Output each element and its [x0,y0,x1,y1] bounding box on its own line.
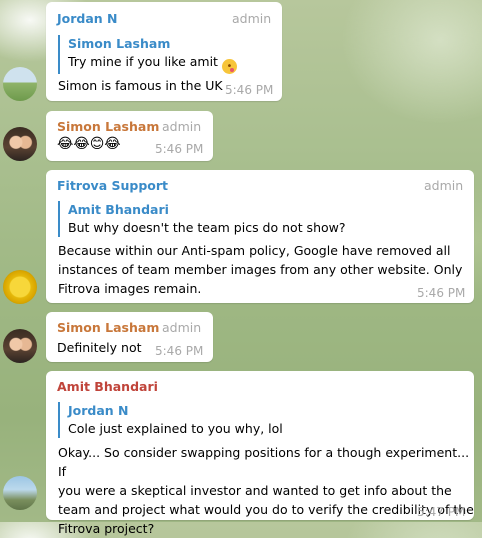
admin-badge: admin [232,11,272,26]
sender-name[interactable]: Fitrova Support [57,178,168,193]
message-time: 5:46 PM [155,344,204,358]
admin-badge: admin [424,178,464,193]
avatar-fitrova-support[interactable] [3,270,37,304]
message-bubble[interactable]: Jordan N admin Simon Lasham Try mine if … [46,2,282,101]
quoted-sender-name: Amit Bhandari [68,202,169,217]
message-emoji-text: 😂😂😊😂 [57,136,121,152]
avatar-amit[interactable] [3,476,37,510]
quoted-text: But why doesn't the team pics do not sho… [68,220,346,235]
reply-quote[interactable]: Simon Lasham Try mine if you like amit • [58,35,238,74]
message-time: 5:46 PM [225,83,274,97]
sender-name[interactable]: Jordan N [57,11,118,26]
avatar-simon[interactable] [3,127,37,161]
message-time: 5:46 PM [417,286,466,300]
message-bubble[interactable]: Fitrova Support admin Amit Bhandari But … [46,170,474,303]
message-time: 5:47 PM [417,505,466,519]
message-text: Because within our Anti-spam policy, Goo… [58,243,463,296]
winking-face-with-tongue-icon: • [221,59,237,74]
quoted-text: Try mine if you like amit • [68,53,238,74]
message-text: Simon is famous in the UK [58,78,223,93]
sender-name[interactable]: Simon Lasham [57,320,159,335]
admin-badge: admin [162,320,202,335]
reply-quote[interactable]: Amit Bhandari But why doesn't the team p… [58,201,346,237]
avatar-simon[interactable] [3,329,37,363]
message-bubble[interactable]: Amit Bhandari Jordan N Cole just explain… [46,371,474,536]
message-bubble[interactable]: Simon Lasham admin 😂😂😊😂 5:46 PM [46,111,213,161]
avatar-jordan[interactable] [3,67,37,101]
reply-quote[interactable]: Jordan N Cole just explained to you why,… [58,402,283,438]
message-bubble[interactable]: Simon Lasham admin Definitely not 5:46 P… [46,312,213,362]
message-text: Definitely not [57,340,142,355]
admin-badge: admin [162,119,202,134]
sender-name[interactable]: Amit Bhandari [57,379,158,394]
message-text: Okay... So consider swapping positions f… [58,445,474,536]
quoted-sender-name: Jordan N [68,403,129,418]
quoted-sender-name: Simon Lasham [68,36,171,51]
quoted-text: Cole just explained to you why, lol [68,421,283,436]
sender-name[interactable]: Simon Lasham [57,119,159,134]
message-time: 5:46 PM [155,142,204,156]
